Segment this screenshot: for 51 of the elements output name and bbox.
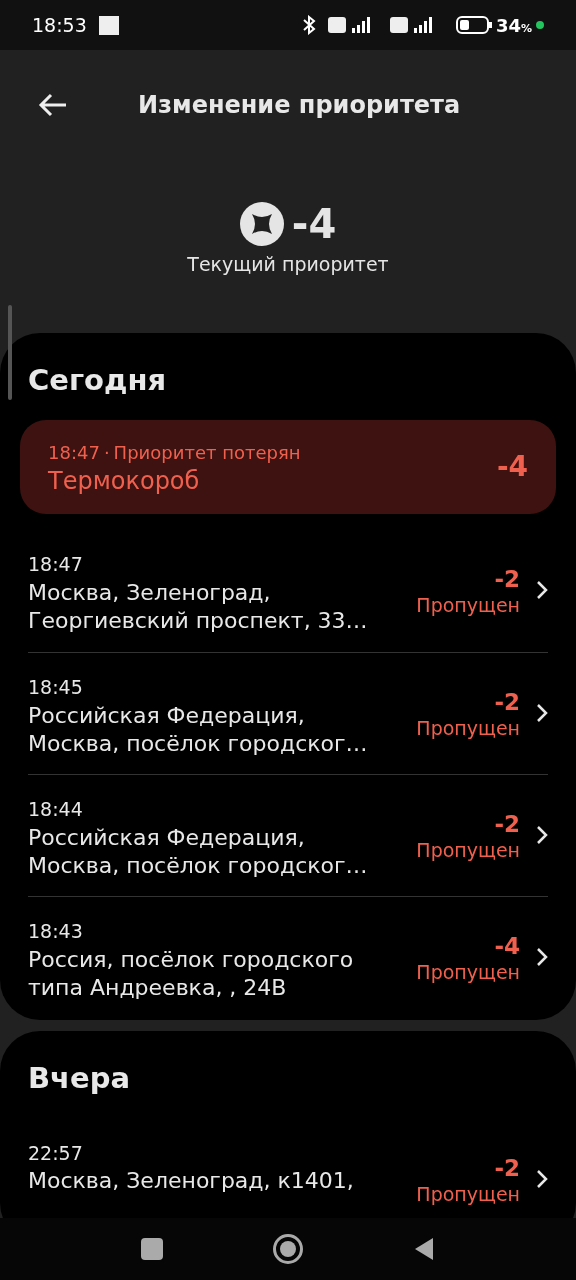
priority-delta: -2: [494, 691, 520, 714]
priority-value: -4: [291, 204, 337, 244]
row-status: Пропущен: [416, 838, 520, 863]
row-time: 18:44: [28, 797, 84, 822]
row-status: Пропущен: [416, 593, 520, 618]
priority-lost-card[interactable]: 18:47 · Приоритет потерян Термокороб -4: [20, 420, 556, 514]
priority-delta: -4: [496, 449, 528, 485]
row-status: Пропущен: [416, 716, 520, 741]
status-time: 18:53: [32, 12, 87, 38]
section-title: Сегодня: [27, 361, 168, 399]
history-row[interactable]: 18:44 Российская Федерация, Москва, посёлок городског… -2 Пропущен: [28, 774, 548, 896]
priority-label: Текущий приоритет: [187, 252, 389, 277]
priority-delta: -2: [494, 1156, 520, 1180]
row-status: Пропущен: [416, 960, 520, 985]
row-time: 22:57: [28, 1140, 84, 1166]
row-address: Российская Федерация, Москва, посёлок городског…: [28, 823, 369, 880]
history-row[interactable]: 18:47 Москва, Зеленоград, Георгиевский проспект, 33… -2 Пропущен: [28, 530, 548, 652]
chevron-right-icon: [536, 825, 548, 845]
history-row[interactable]: 22:57 Москва, Зеленоград, к1401, -2 Пропущен: [28, 1118, 548, 1218]
row-status: Пропущен: [416, 1181, 520, 1207]
event-reason: Приоритет потерян: [113, 440, 301, 465]
row-time: 18:45: [28, 675, 84, 700]
priority-delta: -4: [494, 935, 520, 958]
row-address: Российская Федерация, Москва, посёлок городског…: [28, 701, 369, 758]
battery-unit: %: [520, 21, 532, 35]
section-title: Вчера: [27, 1060, 131, 1097]
back-nav-button[interactable]: [413, 1237, 435, 1261]
separator-dot: ·: [103, 440, 110, 465]
row-time: 18:47: [28, 552, 84, 577]
row-time: 18:43: [28, 919, 84, 944]
chevron-right-icon: [536, 1168, 548, 1189]
row-address: Россия, посёлок городского типа Андреевка, , 24В: [28, 945, 355, 1002]
bluetooth-icon: [301, 15, 316, 35]
history-row[interactable]: 18:43 Россия, посёлок городского типа Андреевка, , 24В -4 Пропущен: [28, 896, 548, 1018]
notification-icon: [98, 15, 119, 35]
priority-delta: -2: [494, 813, 520, 836]
chevron-right-icon: [536, 947, 548, 967]
priority-icon: [239, 202, 284, 246]
chevron-right-icon: [536, 580, 548, 600]
event-title: Термокороб: [48, 465, 201, 496]
recent-apps-button[interactable]: [141, 1238, 163, 1260]
home-button[interactable]: [273, 1234, 303, 1264]
battery-icon: [455, 16, 492, 34]
history-row[interactable]: 18:45 Российская Федерация, Москва, посёлок городског… -2 Пропущен: [28, 652, 548, 774]
page-title: Изменение приоритета: [138, 90, 461, 121]
row-address: Москва, Зеленоград, к1401,: [28, 1167, 355, 1195]
event-time: 18:47: [48, 440, 100, 465]
battery-level: 34: [495, 14, 521, 36]
priority-delta: -2: [494, 568, 520, 591]
chevron-right-icon: [536, 703, 548, 723]
row-address: Москва, Зеленоград, Георгиевский проспект, 33…: [28, 578, 369, 635]
